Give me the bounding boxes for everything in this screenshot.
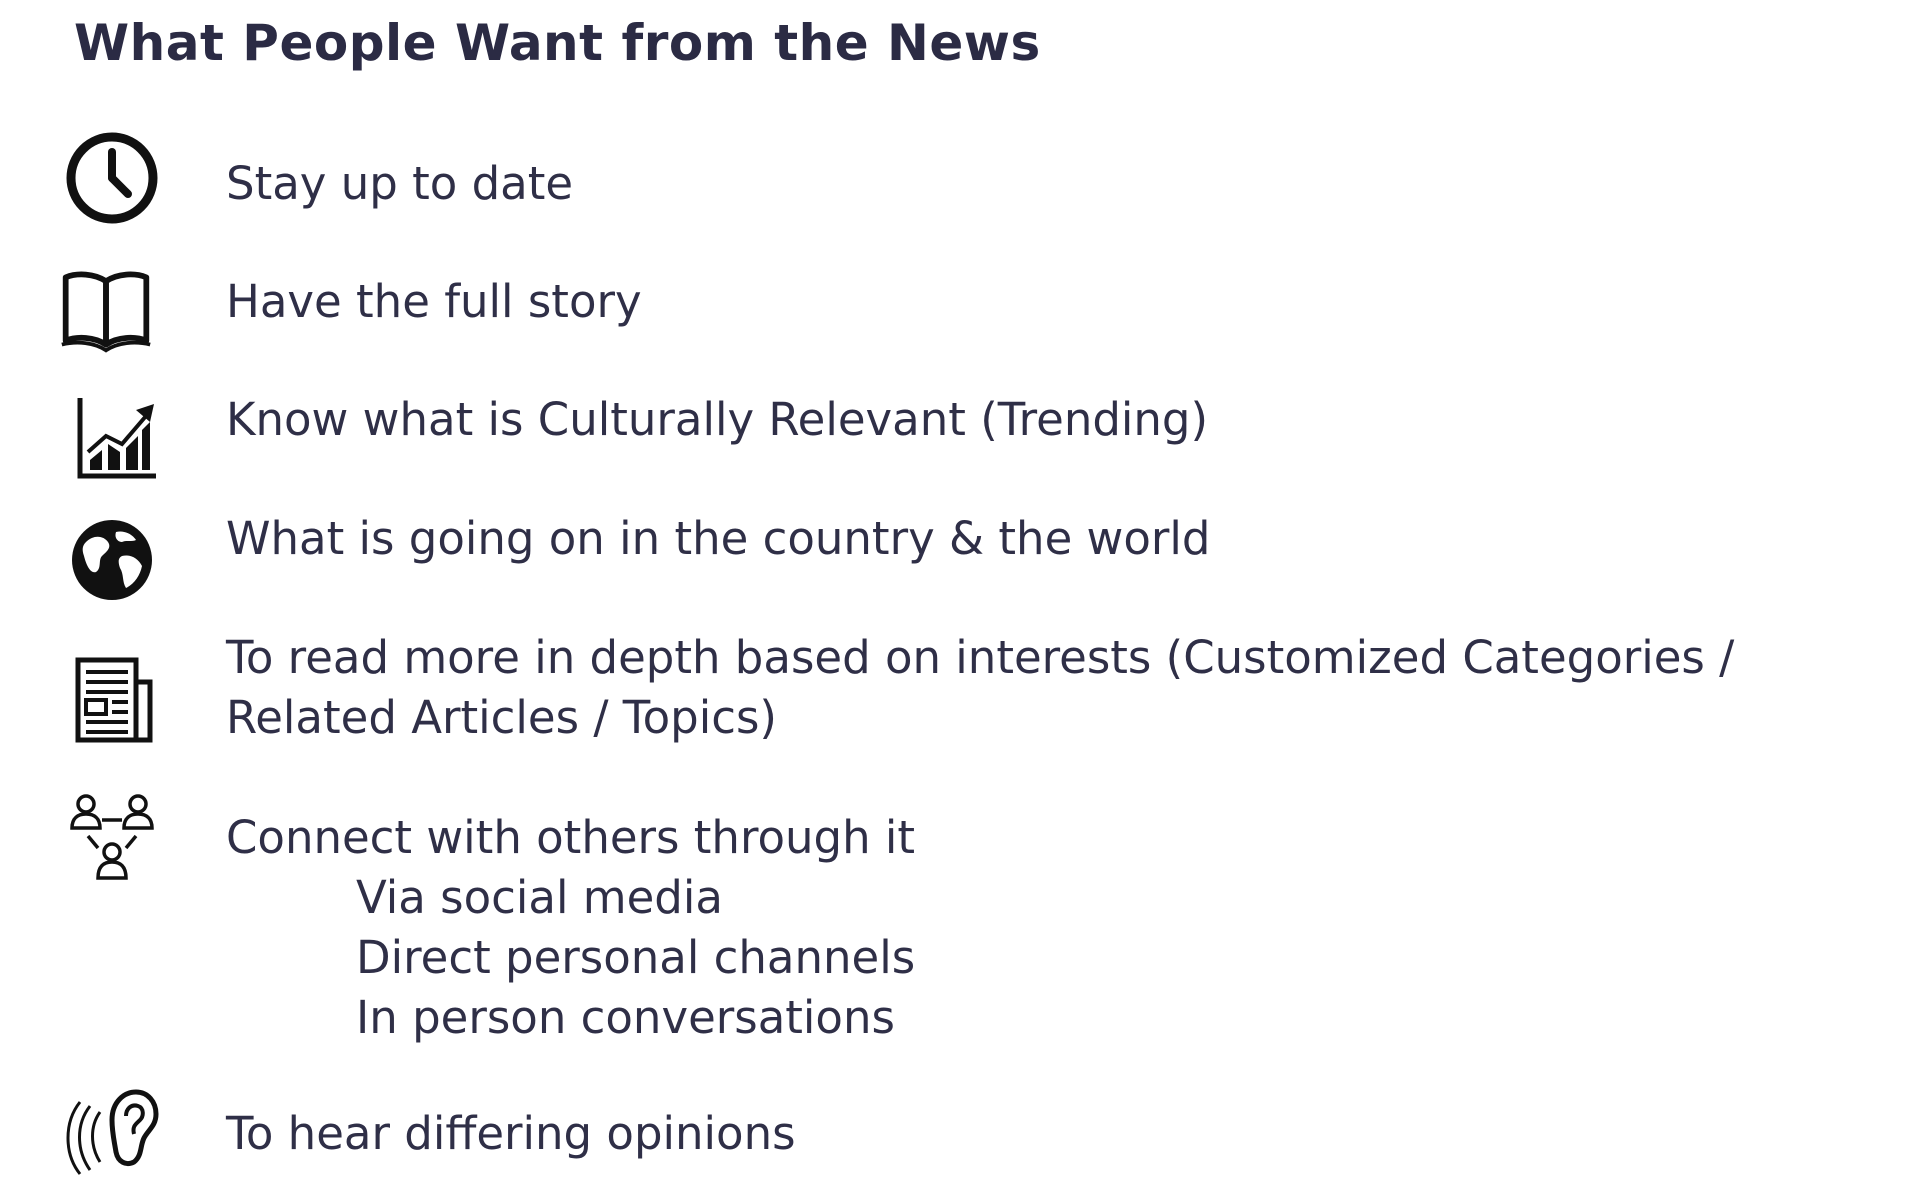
globe-icon (64, 512, 160, 608)
subitem-direct-channels: Direct personal channels (356, 931, 916, 984)
item-read-in-depth-line2: Related Articles / Topics) (226, 691, 777, 744)
item-stay-up-to-date: Stay up to date (226, 157, 574, 210)
subitem-social-media: Via social media (356, 871, 723, 924)
ear-listening-icon (64, 1082, 160, 1178)
item-country-world: What is going on in the country & the wo… (226, 512, 1211, 565)
newspaper-icon (64, 652, 160, 748)
clock-icon (64, 130, 160, 226)
item-read-in-depth-line1: To read more in depth based on interests… (226, 631, 1735, 684)
item-full-story: Have the full story (226, 275, 642, 328)
connected-people-icon (64, 790, 160, 886)
page-title: What People Want from the News (74, 14, 1041, 72)
trending-chart-icon (64, 390, 160, 486)
subitem-in-person: In person conversations (356, 991, 895, 1044)
item-culturally-relevant: Know what is Culturally Relevant (Trendi… (226, 393, 1209, 446)
open-book-icon (58, 262, 154, 358)
item-connect-others: Connect with others through it (226, 811, 916, 864)
item-differing-opinions: To hear differing opinions (226, 1107, 796, 1160)
